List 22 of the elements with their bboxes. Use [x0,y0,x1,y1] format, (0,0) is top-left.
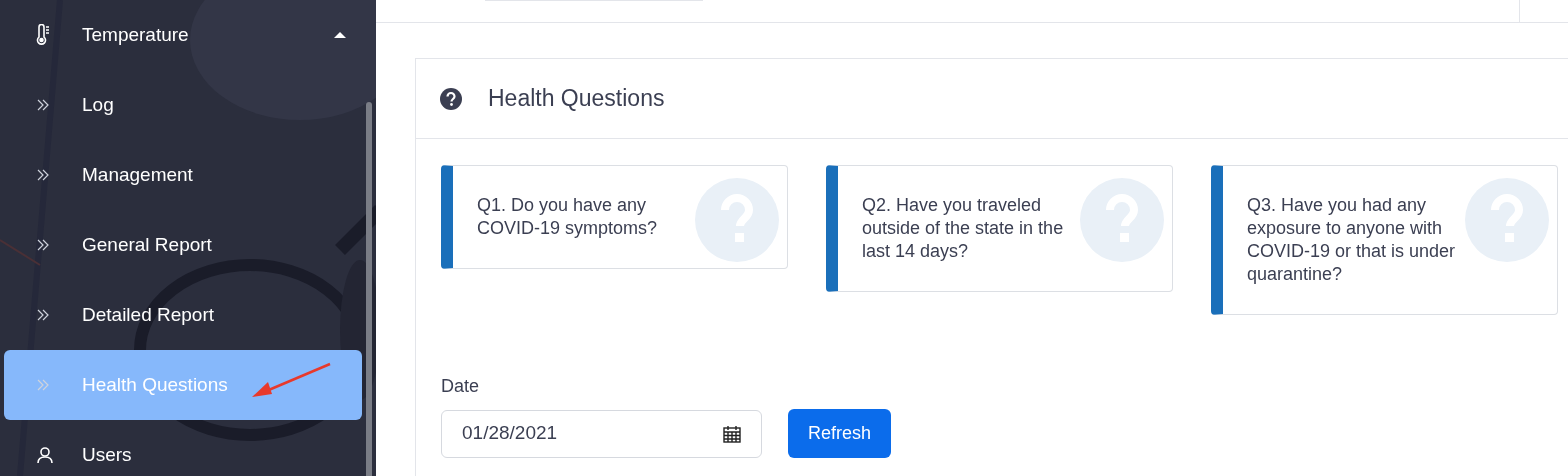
sidebar-item[interactable]: Detailed Report [4,280,362,350]
date-label: Date [441,375,481,398]
calendar-icon [723,424,741,443]
double-chevron-icon [36,168,50,182]
help-icon [440,87,462,110]
sidebar-item[interactable]: Temperature [4,0,362,70]
sidebar-item[interactable]: Management [4,140,362,210]
question-text: Q2. Have you traveled outside of the state in the last 14 days? [862,194,1065,263]
sidebar-item[interactable]: Log [4,70,362,140]
double-chevron-icon [36,98,50,112]
panel-title: Health Questions [488,84,665,114]
users-icon [36,446,54,464]
thermometer-icon [36,24,50,46]
sidebar-item[interactable]: General Report [4,210,362,280]
refresh-button[interactable]: Refresh [788,409,892,458]
double-chevron-icon [36,308,50,322]
double-chevron-icon [36,238,50,252]
question-text: Q1. Do you have any COVID-19 symptoms? [477,194,659,240]
sidebar-item[interactable]: Users [4,420,362,476]
date-field[interactable]: 01/28/2021 [441,409,762,458]
question-text: Q3. Have you had any exposure to anyone with COVID-19 or that is under quarantine? [1247,194,1457,286]
double-chevron-icon [36,378,50,392]
